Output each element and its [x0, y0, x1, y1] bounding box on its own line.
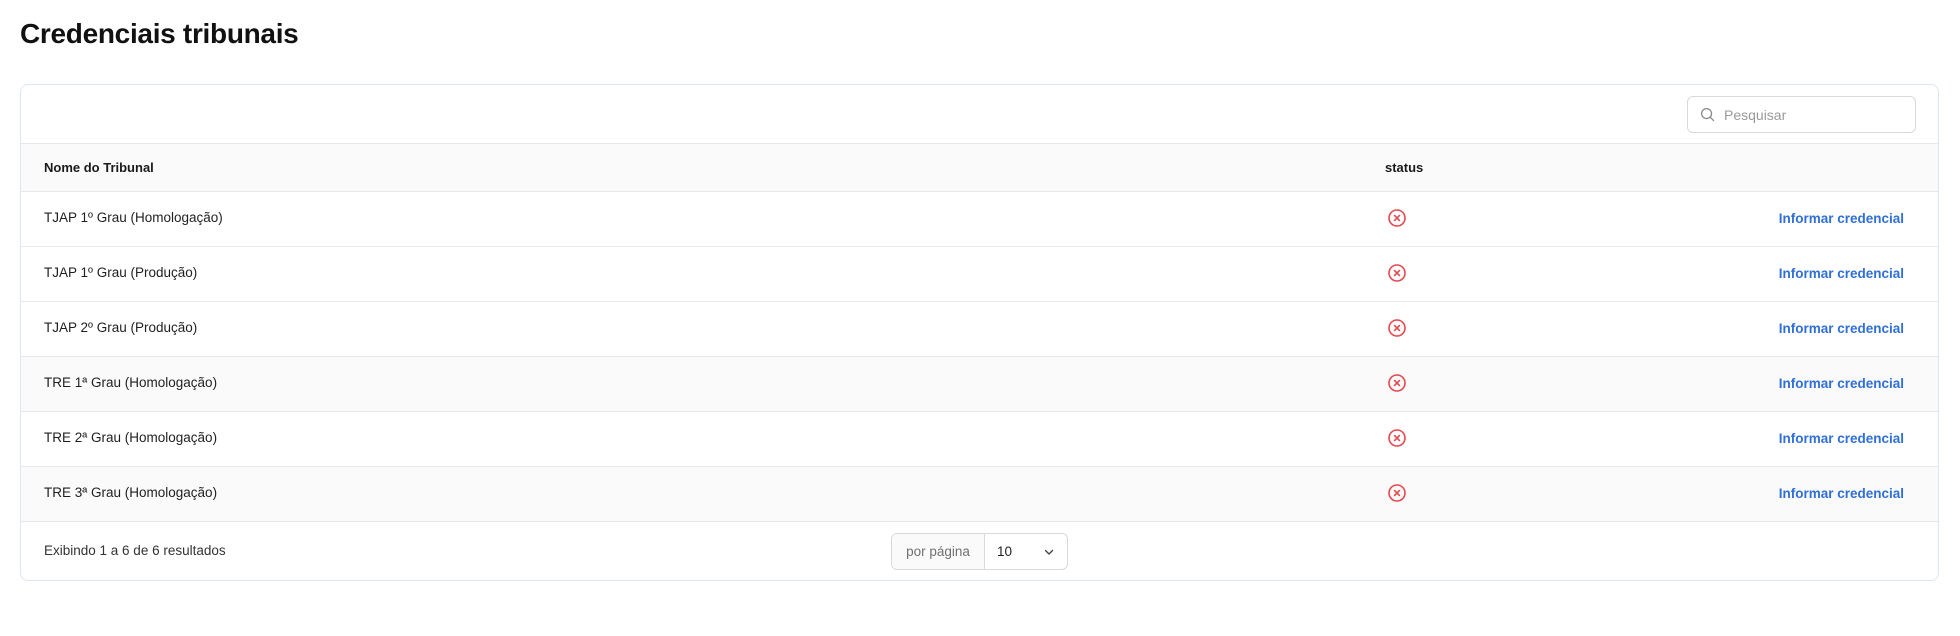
table-row: TJAP 1º Grau (Produção) Informar credenc…	[21, 247, 1938, 302]
x-circle-icon	[1388, 484, 1406, 502]
chevron-down-icon	[1044, 549, 1054, 555]
results-summary: Exibindo 1 a 6 de 6 resultados	[44, 543, 226, 558]
table-toolbar	[21, 85, 1938, 144]
x-circle-icon	[1388, 209, 1406, 227]
column-header-name: Nome do Tribunal	[44, 160, 154, 175]
table-header: Nome do Tribunal status	[21, 144, 1938, 192]
tribunal-name: TRE 2ª Grau (Homologação)	[44, 430, 218, 445]
inform-credential-link[interactable]: Informar credencial	[1779, 211, 1904, 226]
tribunal-name: TRE 1ª Grau (Homologação)	[44, 375, 218, 390]
table-footer: Exibindo 1 a 6 de 6 resultados por págin…	[21, 522, 1938, 580]
tribunal-name: TJAP 2º Grau (Produção)	[44, 320, 198, 335]
table-row: TRE 2ª Grau (Homologação) Informar crede…	[21, 412, 1938, 467]
tribunal-name: TJAP 1º Grau (Homologação)	[44, 210, 223, 225]
per-page-value: 10	[997, 544, 1013, 559]
x-circle-icon	[1388, 319, 1406, 337]
search-field[interactable]	[1687, 96, 1916, 133]
x-circle-icon	[1388, 374, 1406, 392]
inform-credential-link[interactable]: Informar credencial	[1779, 431, 1904, 446]
inform-credential-link[interactable]: Informar credencial	[1779, 486, 1904, 501]
tribunal-name: TJAP 1º Grau (Produção)	[44, 265, 198, 280]
inform-credential-link[interactable]: Informar credencial	[1779, 266, 1904, 281]
table-row: TJAP 1º Grau (Homologação) Informar cred…	[21, 192, 1938, 247]
inform-credential-link[interactable]: Informar credencial	[1779, 321, 1904, 336]
credentials-card: Nome do Tribunal status TJAP 1º Grau (Ho…	[20, 84, 1939, 581]
inform-credential-link[interactable]: Informar credencial	[1779, 376, 1904, 391]
table-row: TRE 3ª Grau (Homologação) Informar crede…	[21, 467, 1938, 522]
search-icon	[1700, 107, 1715, 122]
per-page-select[interactable]: 10	[985, 534, 1067, 569]
x-circle-icon	[1388, 429, 1406, 447]
search-input[interactable]	[1724, 106, 1904, 123]
column-header-status: status	[1385, 160, 1424, 175]
per-page-label: por página	[892, 534, 985, 569]
per-page-control: por página 10	[891, 533, 1068, 570]
x-circle-icon	[1388, 264, 1406, 282]
table-row: TJAP 2º Grau (Produção) Informar credenc…	[21, 302, 1938, 357]
table-row: TRE 1ª Grau (Homologação) Informar crede…	[21, 357, 1938, 412]
tribunal-name: TRE 3ª Grau (Homologação)	[44, 485, 218, 500]
page-title: Credenciais tribunais	[20, 18, 299, 49]
